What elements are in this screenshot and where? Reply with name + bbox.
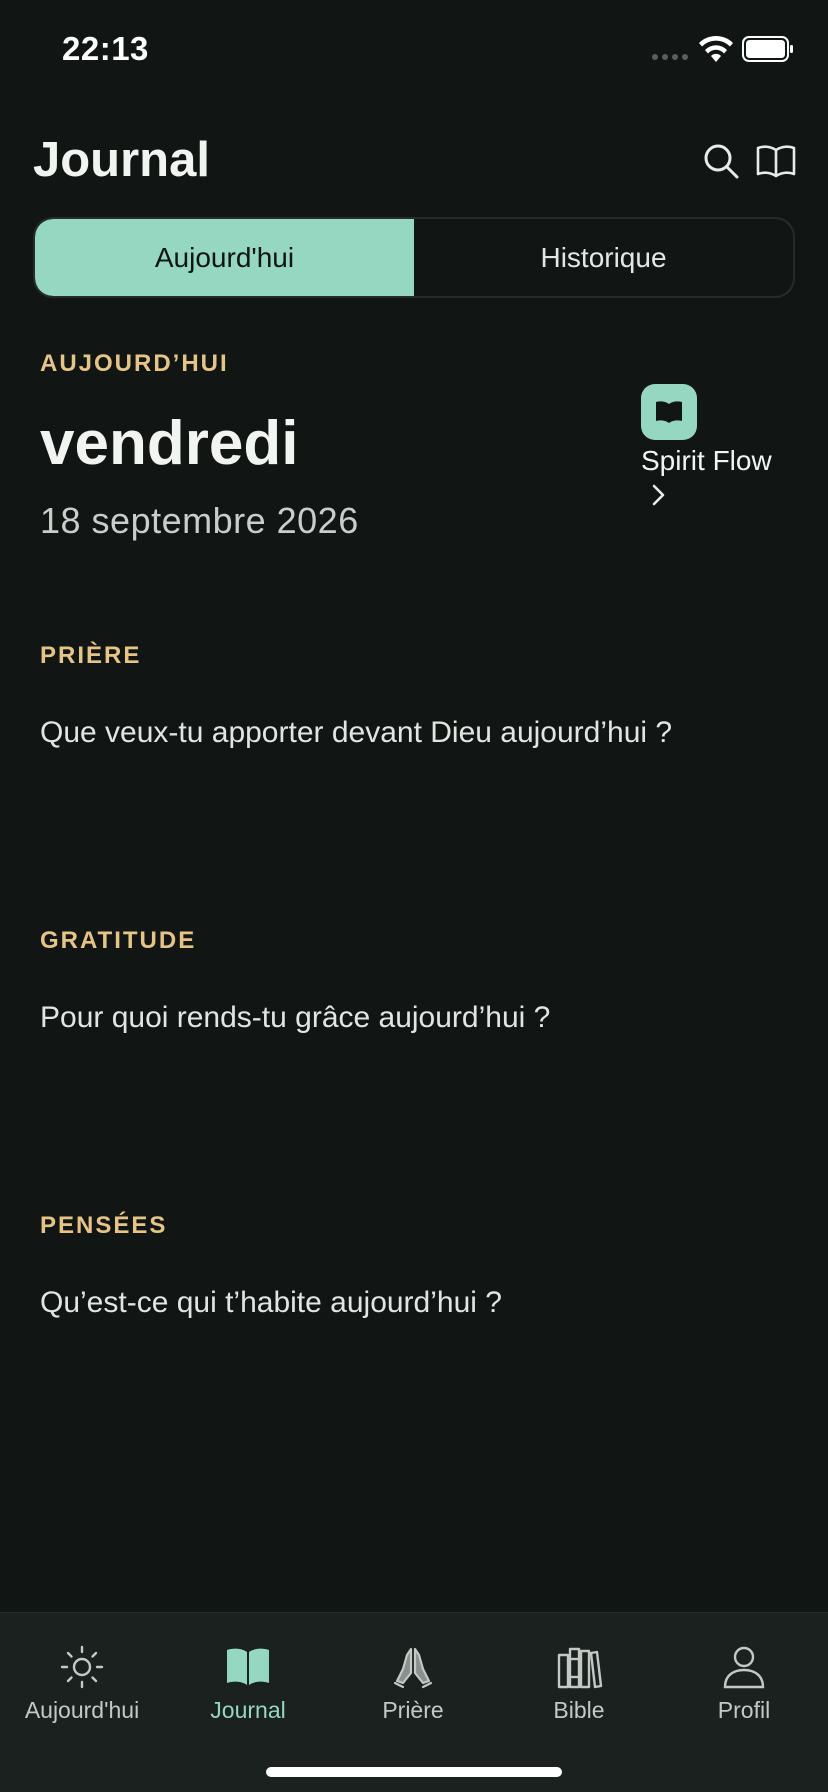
book-icon bbox=[656, 401, 682, 423]
status-time: 22:13 bbox=[62, 30, 149, 67]
battery-icon bbox=[742, 36, 793, 62]
search-icon[interactable] bbox=[700, 140, 742, 182]
book-icon bbox=[227, 1648, 269, 1685]
sun-icon bbox=[60, 1645, 104, 1689]
tab-priere[interactable]: Prière bbox=[338, 1643, 488, 1733]
spirit-flow-label: Spirit Flow bbox=[641, 445, 772, 476]
page-title: Journal bbox=[33, 133, 210, 187]
tab-journal[interactable]: Journal bbox=[173, 1643, 323, 1733]
header: Journal bbox=[0, 120, 828, 200]
praying-hands-icon bbox=[393, 1647, 433, 1689]
tab-label: Prière bbox=[382, 1697, 444, 1723]
tab-aujourdhui[interactable]: Aujourd'hui bbox=[7, 1643, 157, 1733]
segmented-control: Aujourd'hui Historique bbox=[33, 217, 795, 298]
tab-label: Profil bbox=[717, 1697, 771, 1723]
section-label-gratitude: GRATITUDE bbox=[40, 927, 197, 954]
spirit-flow-badge bbox=[641, 384, 697, 440]
tab-today-segment[interactable]: Aujourd'hui bbox=[35, 219, 414, 296]
person-icon bbox=[723, 1646, 765, 1689]
date-text: 18 septembre 2026 bbox=[40, 500, 359, 541]
prompt-priere[interactable]: Que veux-tu apporter devant Dieu aujourd… bbox=[40, 716, 672, 750]
weekday-title: vendredi bbox=[40, 409, 299, 478]
section-label-priere: PRIÈRE bbox=[40, 642, 142, 669]
prompt-pensees[interactable]: Qu’est-ce qui t’habite aujourd’hui ? bbox=[40, 1286, 502, 1320]
tab-history-segment[interactable]: Historique bbox=[414, 219, 793, 296]
tab-bar: Aujourd'hui Journal Prière Bible Profil bbox=[0, 1612, 828, 1792]
section-label-pensees: PENSÉES bbox=[40, 1212, 168, 1239]
book-open-icon[interactable] bbox=[755, 140, 797, 182]
spirit-flow-link[interactable]: Spirit Flow bbox=[640, 383, 800, 513]
wifi-icon bbox=[699, 35, 733, 62]
prompt-gratitude[interactable]: Pour quoi rends-tu grâce aujourd’hui ? bbox=[40, 1001, 550, 1035]
tab-profil[interactable]: Profil bbox=[669, 1643, 819, 1733]
signal-icon bbox=[652, 54, 688, 60]
tab-label: Journal bbox=[210, 1697, 286, 1723]
home-indicator bbox=[266, 1767, 562, 1777]
tab-label: Bible bbox=[553, 1697, 605, 1723]
books-icon bbox=[557, 1647, 603, 1689]
chevron-right-icon bbox=[652, 484, 665, 506]
today-label: AUJOURD’HUI bbox=[40, 350, 229, 377]
status-bar: 22:13 bbox=[0, 0, 828, 100]
tab-label: Aujourd'hui bbox=[24, 1697, 140, 1723]
tab-bible[interactable]: Bible bbox=[504, 1643, 654, 1733]
